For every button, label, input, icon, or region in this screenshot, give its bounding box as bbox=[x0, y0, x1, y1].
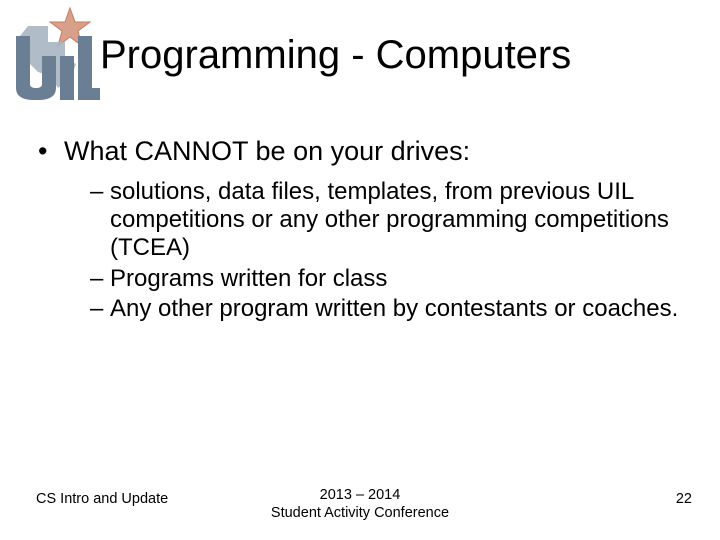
slide: Programming - Computers What CANNOT be o… bbox=[0, 0, 720, 540]
slide-body: What CANNOT be on your drives: solutions… bbox=[38, 136, 690, 325]
bullet-level2: solutions, data files, templates, from p… bbox=[38, 178, 690, 263]
page-number: 22 bbox=[676, 490, 692, 508]
bullet-level2: Programs written for class bbox=[38, 265, 690, 293]
uil-texas-logo bbox=[10, 6, 100, 101]
slide-title: Programming - Computers bbox=[100, 34, 700, 76]
footer-center: 2013 – 2014 Student Activity Conference bbox=[0, 486, 720, 522]
bullet-level1: What CANNOT be on your drives: bbox=[38, 136, 690, 168]
footer-center-line1: 2013 – 2014 bbox=[320, 487, 401, 503]
footer-center-line2: Student Activity Conference bbox=[271, 505, 449, 521]
bullet-level2: Any other program written by contestants… bbox=[38, 295, 690, 323]
